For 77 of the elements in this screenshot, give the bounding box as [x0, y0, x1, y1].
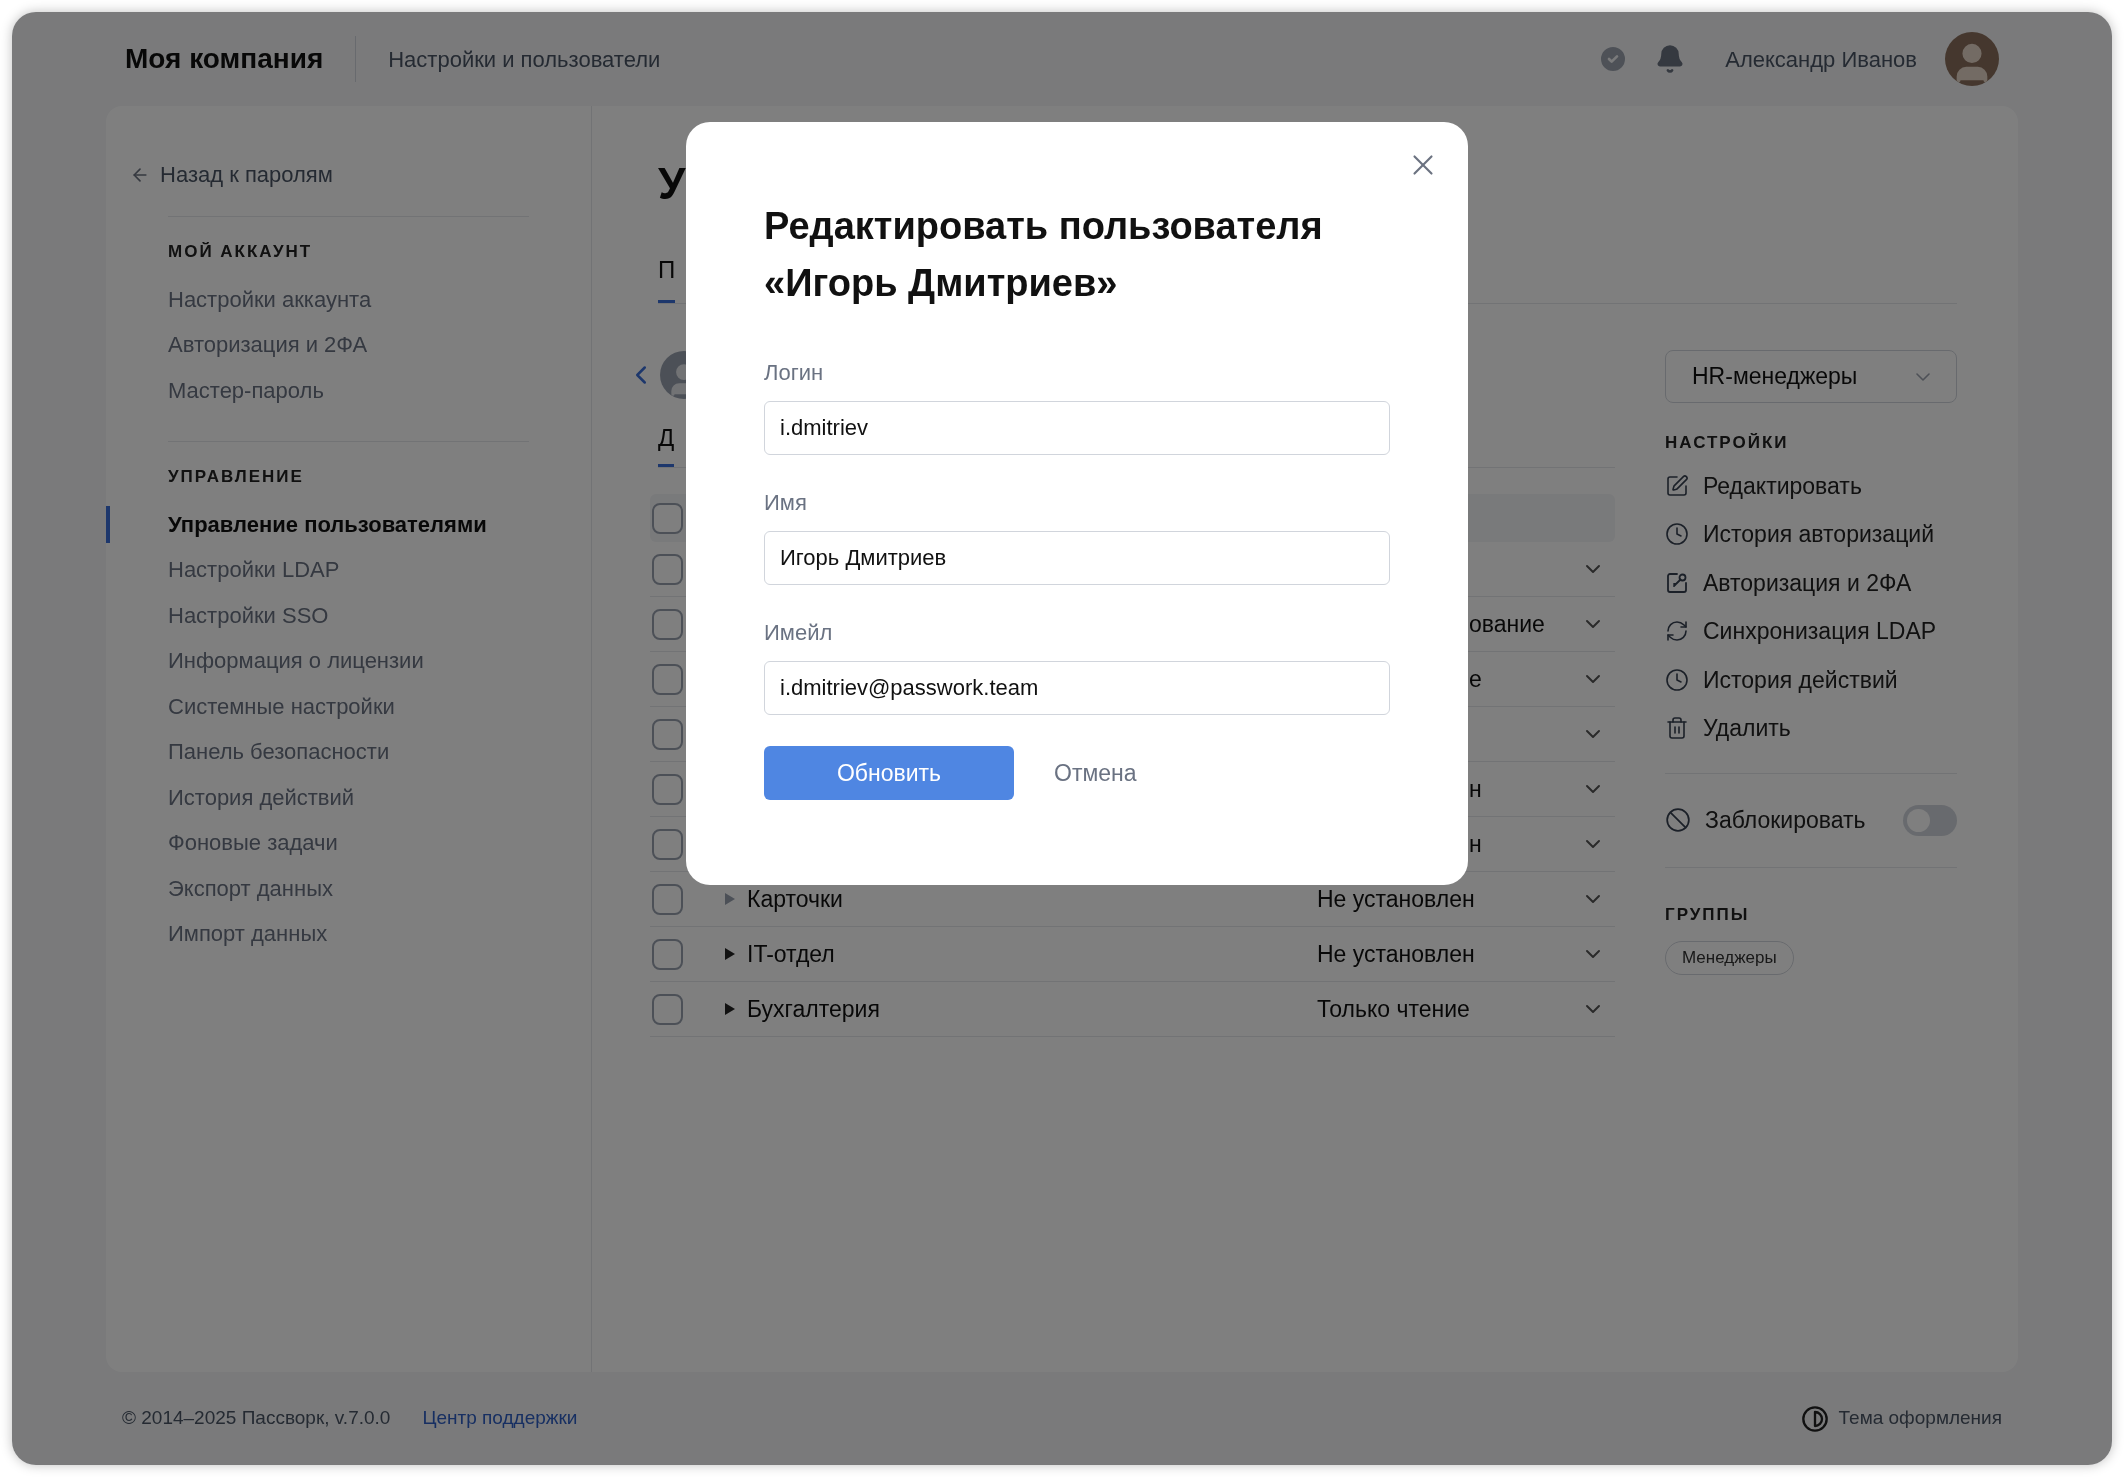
field-label: Имя: [764, 489, 808, 517]
section-heading: ГРУППЫ: [1665, 903, 1751, 926]
input-field[interactable]: Игорь Дмитриев: [764, 531, 1390, 585]
action-link[interactable]: Удалить: [1703, 711, 1791, 746]
copyright-text: © 2014–2025 Пассворк, v.7.0.0: [122, 1406, 391, 1431]
action-link[interactable]: Редактировать: [1703, 468, 1862, 503]
expand-caret-icon[interactable]: [725, 948, 735, 960]
update-button[interactable]: Обновить: [764, 746, 1014, 800]
access-cell[interactable]: н: [1469, 775, 1482, 802]
action-link[interactable]: История авторизаций: [1703, 517, 1934, 552]
avatar-icon[interactable]: [1945, 32, 1999, 86]
section-heading: УПРАВЛЕНИЕ: [168, 466, 305, 488]
access-cell[interactable]: ование: [1469, 610, 1545, 637]
action-link[interactable]: История действий: [1703, 662, 1898, 697]
section-title: Настройки и пользователи: [388, 45, 661, 74]
checkbox[interactable]: [652, 608, 683, 640]
table-cell-text: IT-отдел: [747, 939, 836, 969]
field-label: Логин: [764, 359, 825, 387]
checkbox[interactable]: [652, 773, 683, 805]
action-link[interactable]: Синхронизация LDAP: [1703, 614, 1937, 649]
dialog-title: Редактировать пользователя «Игорь Дмитриев»: [764, 204, 1324, 306]
sidebar-item[interactable]: Экспорт данных: [168, 871, 333, 905]
page-heading: У: [658, 158, 686, 210]
access-cell[interactable]: е: [1469, 665, 1482, 692]
checkbox[interactable]: [652, 883, 683, 915]
sidebar-item[interactable]: Управление пользователями: [168, 507, 487, 541]
key-square-icon: [1665, 570, 1689, 595]
action-link[interactable]: Авторизация и 2ФА: [1703, 565, 1912, 600]
sidebar-item[interactable]: История действий: [168, 780, 355, 814]
block-label: Заблокировать: [1705, 805, 1867, 835]
access-cell[interactable]: Не установлен: [1317, 936, 1567, 972]
table-cell-text: Бухгалтерия: [747, 994, 881, 1024]
clock-icon: [1665, 667, 1689, 692]
expand-caret-icon[interactable]: [725, 1003, 735, 1015]
edit-icon: [1665, 473, 1689, 498]
input-field[interactable]: i.dmitriev: [764, 401, 1390, 455]
field-label: Имейл: [764, 619, 834, 647]
back-link[interactable]: Назад к паролям: [106, 158, 591, 191]
company-name[interactable]: Моя компания: [125, 38, 324, 80]
input-field[interactable]: i.dmitriev@passwork.team: [764, 661, 1390, 715]
table-cell-text: Карточки: [747, 884, 844, 914]
checkbox[interactable]: [652, 502, 683, 534]
checkbox[interactable]: [652, 663, 683, 695]
expand-caret-icon[interactable]: [725, 893, 735, 905]
section-heading: МОЙ АККАУНТ: [168, 241, 314, 263]
checkbox[interactable]: [652, 718, 683, 750]
sidebar-item[interactable]: Импорт данных: [168, 917, 328, 951]
tab[interactable]: Д: [658, 420, 675, 467]
access-cell[interactable]: Только чтение: [1317, 991, 1567, 1027]
sidebar-item[interactable]: Информация о лицензии: [168, 644, 424, 678]
sidebar-item[interactable]: Мастер-пароль: [168, 373, 324, 407]
sidebar-item[interactable]: Панель безопасности: [168, 735, 390, 769]
sidebar-item[interactable]: Системные настройки: [168, 689, 395, 723]
checkbox[interactable]: [652, 938, 683, 970]
support-link[interactable]: Центр поддержки: [422, 1404, 578, 1433]
checkbox[interactable]: [652, 993, 683, 1025]
theme-link[interactable]: Тема оформления: [1838, 1404, 2002, 1433]
sidebar-item[interactable]: Авторизация и 2ФА: [168, 328, 368, 362]
trash-icon: [1665, 716, 1689, 741]
group-select[interactable]: HR-менеджеры: [1665, 350, 1957, 403]
block-icon: [1665, 807, 1691, 833]
chevron-down-icon: [1916, 372, 1930, 381]
sidebar-item[interactable]: Настройки SSO: [168, 598, 329, 632]
clock-icon: [1665, 522, 1689, 547]
checkbox[interactable]: [652, 553, 683, 585]
sidebar-item[interactable]: Фоновые задачи: [168, 826, 338, 860]
checkbox[interactable]: [652, 828, 683, 860]
access-cell[interactable]: н: [1469, 830, 1482, 857]
tab[interactable]: П: [658, 252, 676, 303]
sync-icon: [1665, 619, 1689, 644]
sidebar-item[interactable]: Настройки аккаунта: [168, 282, 372, 316]
cancel-button[interactable]: Отмена: [1054, 755, 1137, 791]
access-cell[interactable]: Не установлен: [1317, 881, 1567, 917]
sidebar-item[interactable]: Настройки LDAP: [168, 553, 340, 587]
user-name[interactable]: Александр Иванов: [1725, 42, 1917, 76]
contrast-icon[interactable]: [1800, 1404, 1829, 1433]
section-heading: НАСТРОЙКИ: [1665, 432, 1790, 454]
